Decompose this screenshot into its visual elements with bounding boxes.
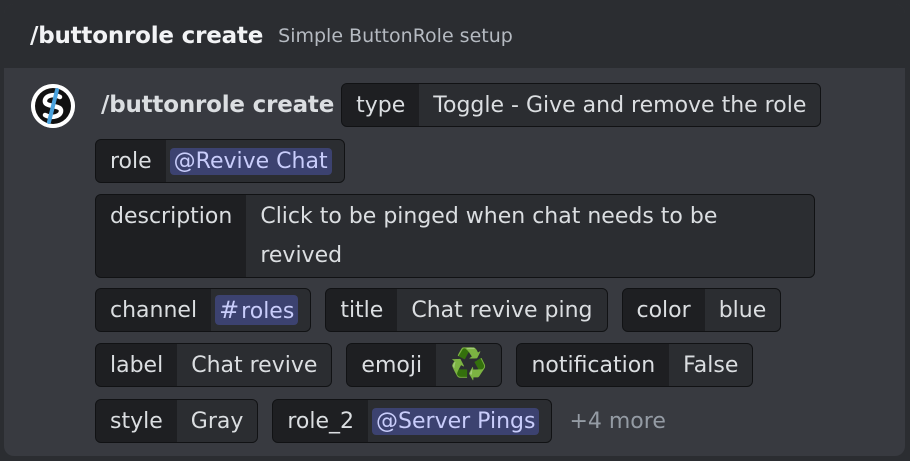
command-name[interactable]: /buttonrole create: [30, 23, 263, 49]
option-title[interactable]: title Chat revive ping: [325, 288, 608, 332]
option-style[interactable]: style Gray: [95, 399, 259, 443]
options-row-6: style Gray role_2 @Server Pings +4 more: [95, 399, 666, 443]
option-key: color: [622, 289, 705, 331]
option-value: Chat revive ping: [397, 289, 607, 331]
option-value: Gray: [176, 400, 258, 442]
option-key: channel: [96, 289, 212, 331]
recycle-icon: ♻️: [450, 347, 488, 382]
option-key: label: [96, 344, 178, 386]
option-emoji[interactable]: emoji ♻️: [346, 343, 503, 387]
option-key: role_2: [273, 400, 369, 442]
command-description: Simple ButtonRole setup: [278, 25, 513, 47]
channel-hash-icon: #: [219, 296, 240, 324]
options-row-3: description Click to be pinged when chat…: [95, 194, 829, 278]
command-header: /buttonrole create Simple ButtonRole set…: [4, 4, 905, 68]
role-mention[interactable]: @Revive Chat: [169, 147, 332, 175]
bot-avatar-icon[interactable]: [31, 84, 75, 128]
option-role-2[interactable]: role_2 @Server Pings: [272, 399, 553, 443]
option-value: False: [669, 344, 753, 386]
option-value: @Revive Chat: [165, 140, 344, 182]
role-mention[interactable]: @Server Pings: [372, 407, 540, 435]
channel-mention[interactable]: #roles: [215, 295, 299, 325]
options-row-5: label Chat revive emoji ♻️ notification …: [95, 343, 767, 387]
channel-name: roles: [241, 299, 295, 324]
option-key: emoji: [347, 344, 437, 386]
options-row-1: /buttonrole create type Toggle - Give an…: [95, 83, 835, 127]
option-key: title: [326, 289, 398, 331]
option-value: ♻️: [436, 344, 502, 386]
options-row-2: role @Revive Chat: [95, 139, 359, 183]
option-value: Chat revive: [177, 344, 332, 386]
command-preview-card: /buttonrole create Simple ButtonRole set…: [4, 4, 905, 456]
option-role[interactable]: role @Revive Chat: [95, 139, 345, 183]
option-key: type: [342, 84, 420, 126]
option-label[interactable]: label Chat revive: [95, 343, 333, 387]
option-key: style: [96, 400, 177, 442]
option-color[interactable]: color blue: [621, 288, 782, 332]
more-options-link[interactable]: +4 more: [569, 409, 665, 434]
option-notification[interactable]: notification False: [516, 343, 754, 387]
option-value: Click to be pinged when chat needs to be…: [246, 195, 814, 277]
option-type[interactable]: type Toggle - Give and remove the role: [341, 83, 822, 127]
option-value: @Server Pings: [368, 400, 552, 442]
options-row-4: channel #roles title Chat revive ping co…: [95, 288, 795, 332]
inline-command-name: /buttonrole create: [101, 92, 335, 118]
option-channel[interactable]: channel #roles: [95, 288, 312, 332]
option-value: Toggle - Give and remove the role: [419, 84, 821, 126]
option-key: notification: [517, 344, 670, 386]
option-value: #roles: [211, 289, 311, 331]
option-description[interactable]: description Click to be pinged when chat…: [95, 194, 815, 278]
option-value: blue: [704, 289, 781, 331]
option-key: role: [96, 140, 166, 182]
option-key: description: [96, 195, 247, 277]
